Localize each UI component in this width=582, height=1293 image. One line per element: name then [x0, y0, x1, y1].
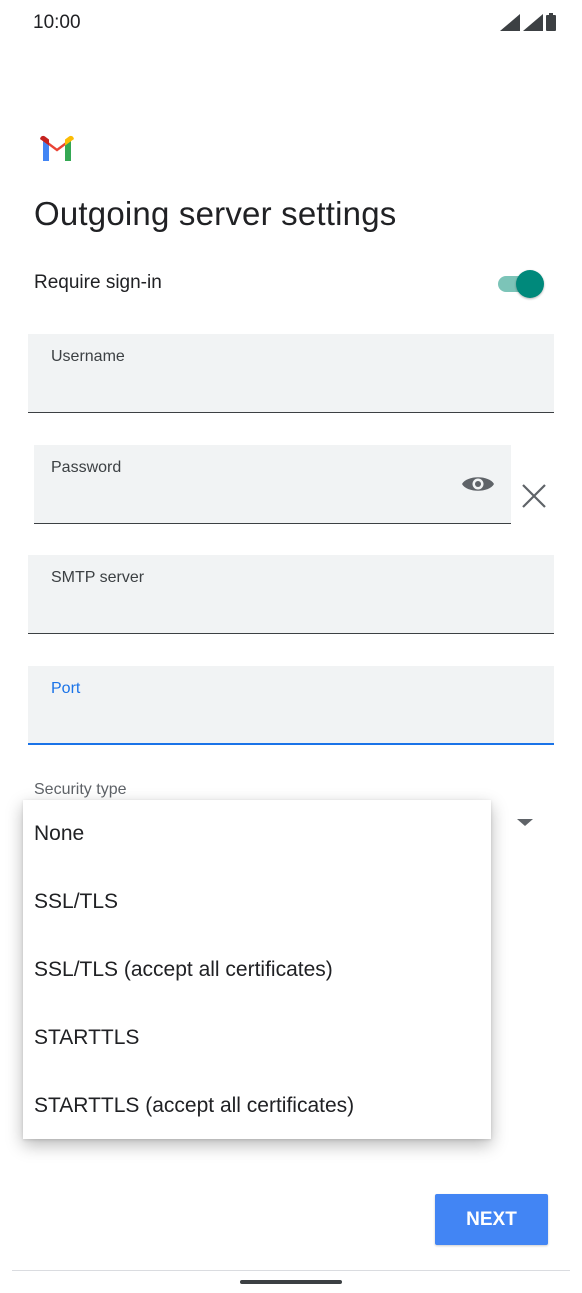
wifi-signal-icon: [523, 14, 543, 31]
status-time: 10:00: [33, 12, 81, 33]
menu-item-ssl-tls-accept-all[interactable]: SSL/TLS (accept all certificates): [23, 936, 491, 1004]
gmail-logo-icon: [40, 135, 74, 161]
next-button[interactable]: NEXT: [435, 1194, 548, 1245]
menu-item-label: SSL/TLS: [34, 890, 119, 913]
navigation-gesture-handle[interactable]: [240, 1280, 342, 1284]
smtp-server-label: SMTP server: [51, 569, 145, 586]
menu-item-starttls[interactable]: STARTTLS: [23, 1004, 491, 1072]
status-bar: 10:00: [0, 0, 582, 46]
bottom-divider: [12, 1270, 570, 1271]
security-type-dropdown-menu: None SSL/TLS SSL/TLS (accept all certifi…: [23, 800, 491, 1139]
menu-item-none[interactable]: None: [23, 800, 491, 868]
require-signin-toggle[interactable]: [496, 270, 546, 298]
menu-item-label: None: [34, 822, 85, 845]
password-label: Password: [51, 459, 122, 476]
username-field[interactable]: Username: [28, 334, 554, 413]
port-field[interactable]: Port: [28, 666, 554, 745]
menu-item-label: STARTTLS: [34, 1026, 140, 1049]
menu-item-label: STARTTLS (accept all certificates): [34, 1094, 355, 1117]
battery-icon: [546, 13, 556, 31]
toggle-thumb: [516, 270, 544, 298]
page-title: Outgoing server settings: [34, 195, 397, 232]
clear-password-close-icon[interactable]: [519, 481, 549, 511]
port-label: Port: [51, 680, 81, 697]
password-field[interactable]: Password: [34, 445, 511, 524]
menu-item-ssl-tls[interactable]: SSL/TLS: [23, 868, 491, 936]
require-signin-label: Require sign-in: [34, 272, 162, 293]
security-type-label: Security type: [34, 781, 127, 798]
dropdown-arrow-icon[interactable]: [517, 819, 533, 826]
username-label: Username: [51, 348, 125, 365]
menu-item-starttls-accept-all[interactable]: STARTTLS (accept all certificates): [23, 1072, 491, 1140]
smtp-server-field[interactable]: SMTP server: [28, 555, 554, 634]
cellular-signal-icon: [500, 14, 520, 31]
status-icons: [500, 13, 556, 31]
show-password-eye-icon[interactable]: [461, 473, 495, 495]
menu-item-label: SSL/TLS (accept all certificates): [34, 958, 333, 981]
